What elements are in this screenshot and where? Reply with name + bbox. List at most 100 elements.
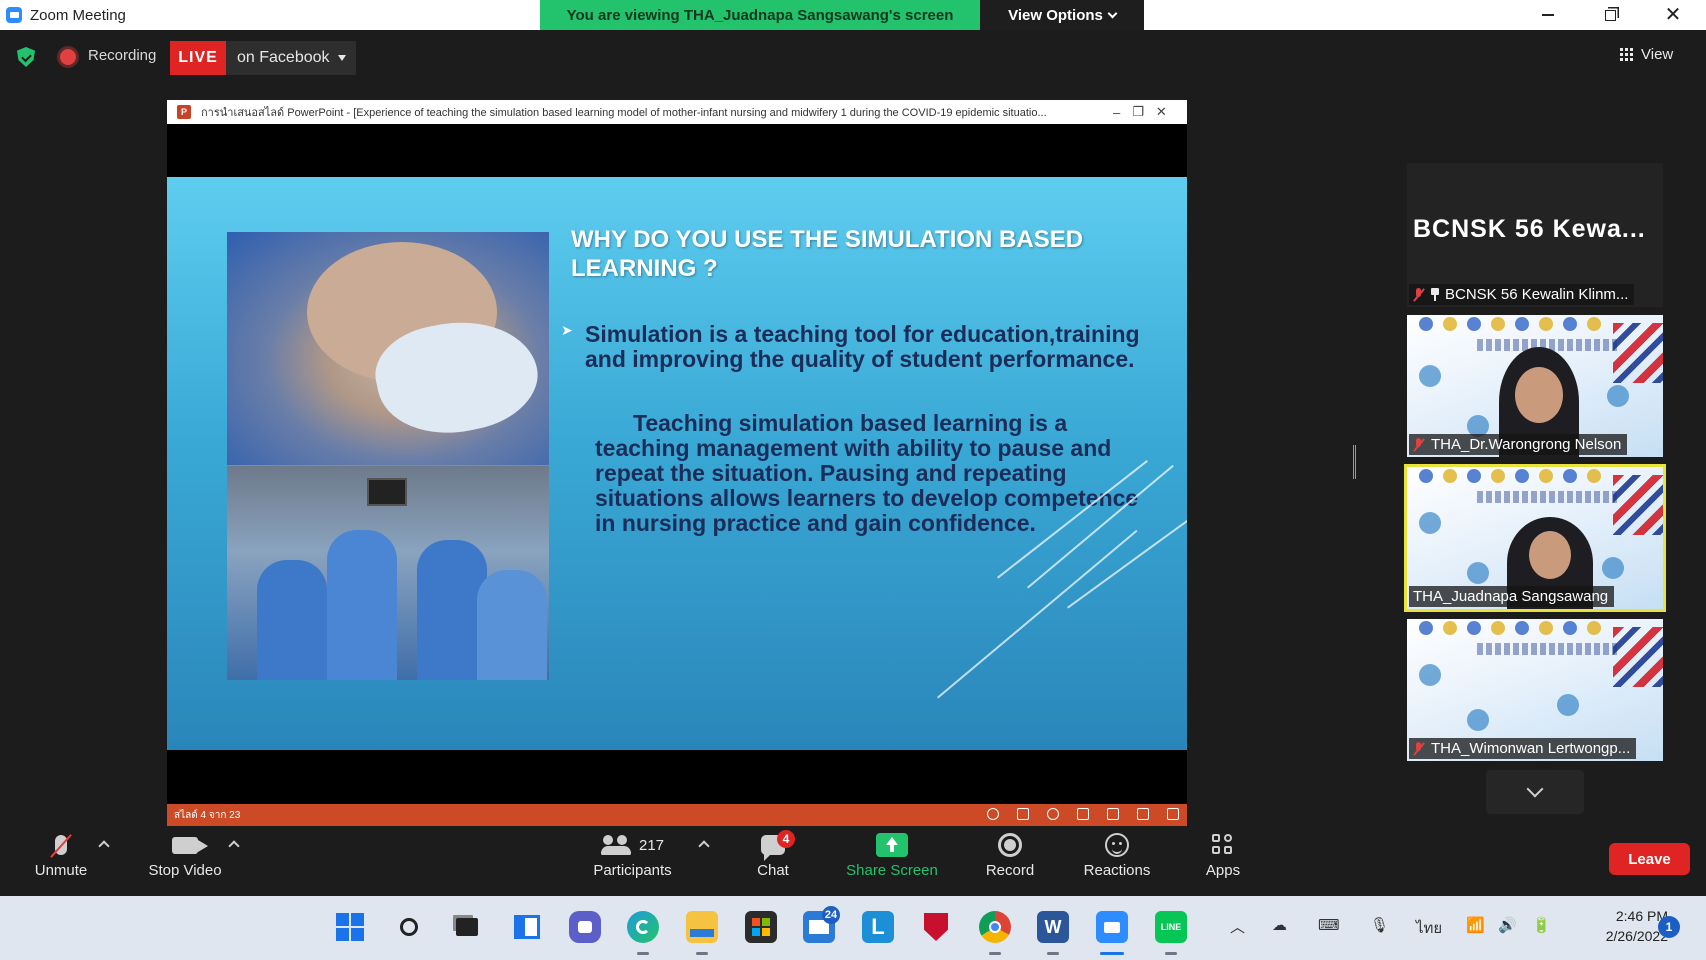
participants-label: Participants: [593, 862, 672, 879]
wifi-icon[interactable]: 📶: [1466, 916, 1485, 934]
file-explorer-icon[interactable]: [686, 911, 718, 943]
widgets-icon[interactable]: [511, 911, 543, 943]
record-label: Record: [985, 862, 1035, 879]
chat-button[interactable]: 4 Chat: [750, 828, 796, 892]
powerpoint-title-bar: P การนำเสนอสไลด์ PowerPoint - [Experienc…: [167, 100, 1187, 124]
keyboard-icon[interactable]: ⌨: [1318, 916, 1340, 934]
microphone-tray-icon[interactable]: 🎙: [1370, 916, 1389, 934]
participant-tile-active-speaker[interactable]: THA_Juadnapa Sangsawang: [1404, 464, 1666, 612]
ppt-normal-view-icon: [1077, 808, 1089, 820]
live-destination-dropdown[interactable]: on Facebook: [226, 41, 356, 75]
word-icon[interactable]: W: [1037, 911, 1069, 943]
participant-label: THA_Dr.Warongrong Nelson: [1409, 434, 1628, 455]
unmute-label: Unmute: [34, 862, 88, 879]
decorative-line: [937, 529, 1138, 699]
zoom-window: Zoom Meeting You are viewing THA_Juadnap…: [0, 0, 1706, 960]
lmessenger-icon[interactable]: L: [862, 911, 894, 943]
grid-icon: [1620, 47, 1633, 61]
minimize-button[interactable]: [1518, 0, 1578, 30]
panel-resize-handle[interactable]: [1353, 445, 1356, 479]
muted-mic-icon: [1413, 287, 1425, 302]
window-title: Zoom Meeting: [30, 6, 126, 24]
powerpoint-title: การนำเสนอสไลด์ PowerPoint - [Experience …: [201, 107, 1047, 119]
participant-tile[interactable]: THA_Wimonwan Lertwongp...: [1407, 619, 1663, 761]
edge-browser-icon[interactable]: [627, 911, 659, 943]
muted-mic-icon: [1413, 741, 1425, 756]
ppt-prev-icon: [987, 808, 999, 820]
notification-count-badge[interactable]: 1: [1658, 916, 1680, 938]
zoom-app-icon: [6, 7, 22, 23]
task-view-icon[interactable]: [451, 911, 483, 943]
taskbar-active-indicator: [1100, 952, 1124, 955]
participants-icon: [600, 835, 631, 855]
slide-counter: สไลด์ 4 จาก 23: [174, 809, 241, 821]
unmute-button[interactable]: Unmute: [28, 828, 94, 892]
participant-label: THA_Wimonwan Lertwongp...: [1409, 738, 1637, 759]
chat-unread-badge: 4: [777, 830, 795, 848]
view-options-button[interactable]: View Options: [980, 0, 1144, 30]
participant-tile[interactable]: BCNSK 56 Kewa... BCNSK 56 Kewalin Klinm.…: [1407, 163, 1663, 307]
presentation-slide: WHY DO YOU USE THE SIMULATION BASED LEAR…: [167, 177, 1187, 750]
participant-name: THA_Dr.Warongrong Nelson: [1431, 436, 1622, 453]
slide-title: WHY DO YOU USE THE SIMULATION BASED LEAR…: [571, 226, 1084, 282]
taskbar-running-indicator: [989, 952, 1001, 955]
clock-time: 2:46 PM: [1615, 908, 1668, 924]
ppt-minimize-icon: –: [1113, 104, 1121, 120]
record-button[interactable]: Record: [980, 828, 1040, 892]
mcafee-shield-icon[interactable]: [920, 911, 952, 943]
gallery-scroll-down-button[interactable]: [1486, 770, 1584, 814]
participant-tile[interactable]: THA_Dr.Warongrong Nelson: [1407, 315, 1663, 457]
reactions-button[interactable]: Reactions: [1078, 828, 1156, 892]
record-icon: [998, 833, 1022, 857]
participants-options-caret[interactable]: [698, 840, 710, 852]
viewing-screen-banner: You are viewing THA_Juadnapa Sangsawang'…: [540, 0, 980, 30]
stop-video-button[interactable]: Stop Video: [141, 828, 229, 892]
teams-chat-icon[interactable]: [569, 911, 601, 943]
restore-button[interactable]: [1580, 0, 1640, 30]
clock-date: 2/26/2022: [1605, 928, 1668, 944]
ppt-close-icon: ✕: [1155, 104, 1167, 119]
restore-icon: [1604, 9, 1616, 21]
windows-taskbar: [0, 896, 1706, 960]
reactions-smiley-icon: [1105, 833, 1129, 857]
share-screen-label: Share Screen: [846, 862, 938, 879]
participant-big-name: BCNSK 56 Kewa...: [1413, 215, 1646, 243]
tray-overflow-chevron-icon[interactable]: ︿: [1230, 916, 1245, 937]
share-screen-button[interactable]: Share Screen: [840, 828, 944, 892]
battery-icon[interactable]: 🔋: [1532, 916, 1551, 934]
apps-button[interactable]: Apps: [1200, 828, 1246, 892]
minimize-icon: [1542, 14, 1554, 16]
taskbar-running-indicator: [1047, 952, 1059, 955]
caret-down-icon: [337, 55, 346, 61]
slide-paragraph-2: Teaching simulation based learning is a …: [595, 410, 1139, 536]
video-options-caret[interactable]: [228, 840, 240, 852]
audio-options-caret[interactable]: [98, 840, 110, 852]
apps-icon: [1212, 834, 1234, 856]
security-shield-icon[interactable]: [17, 47, 35, 67]
input-language-label[interactable]: ไทย: [1416, 916, 1442, 940]
powerpoint-icon: P: [177, 105, 191, 119]
share-screen-icon: [876, 833, 908, 857]
muted-mic-icon: [55, 835, 67, 855]
leave-button[interactable]: Leave: [1609, 843, 1690, 875]
close-button[interactable]: ✕: [1643, 0, 1703, 30]
recording-indicator-icon: [60, 49, 76, 65]
line-app-icon[interactable]: LINE: [1155, 911, 1187, 943]
participant-name: THA_Wimonwan Lertwongp...: [1431, 740, 1631, 757]
view-options-label: View Options: [1008, 6, 1103, 24]
participants-button[interactable]: 217 Participants: [585, 828, 680, 892]
view-layout-button[interactable]: View: [1620, 40, 1694, 68]
volume-icon[interactable]: 🔊: [1498, 916, 1517, 934]
ppt-reading-view-icon: [1137, 808, 1149, 820]
view-label: View: [1641, 45, 1674, 63]
taskbar-running-indicator: [637, 952, 649, 955]
taskbar-clock[interactable]: 2:46 PM 2/26/2022: [1568, 906, 1668, 946]
stop-video-label: Stop Video: [148, 862, 222, 879]
microsoft-store-icon[interactable]: [745, 911, 777, 943]
apps-label: Apps: [1205, 862, 1241, 879]
search-icon[interactable]: [393, 911, 425, 943]
onedrive-cloud-icon[interactable]: ☁: [1272, 916, 1287, 934]
zoom-taskbar-icon[interactable]: [1096, 911, 1128, 943]
start-windows-icon[interactable]: [334, 911, 366, 943]
chrome-browser-icon[interactable]: [979, 911, 1011, 943]
